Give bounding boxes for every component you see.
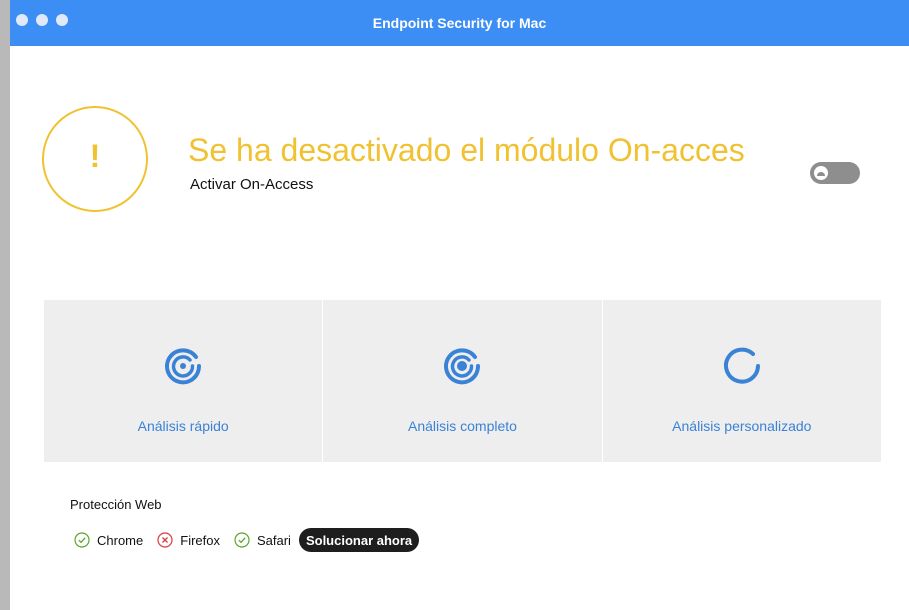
browser-name: Chrome	[97, 532, 144, 548]
scan-label: Análisis personalizado	[672, 418, 812, 434]
check-circle-icon	[234, 532, 250, 548]
full-scan-icon	[444, 348, 481, 385]
browser-name: Safari	[256, 532, 291, 548]
title-bar: Endpoint Security for Mac	[10, 0, 909, 46]
browser-name: Firefox	[180, 532, 220, 548]
scan-label: Análisis rápido	[137, 418, 229, 434]
scan-label: Análisis completo	[408, 418, 517, 434]
on-access-toggle[interactable]	[810, 162, 860, 184]
browser-chrome: Chrome	[74, 532, 143, 548]
toggle-knob	[814, 166, 828, 180]
fix-now-button[interactable]: Solucionar ahora	[298, 528, 420, 552]
alert-title: Se ha desactivado el módulo On-acces	[188, 132, 745, 168]
scan-panel: Análisis rápido Análisis completo Anális…	[44, 300, 881, 462]
custom-scan-card[interactable]: Análisis personalizado	[603, 300, 881, 462]
window-title: Endpoint Security for Mac	[372, 15, 547, 31]
quick-scan-card[interactable]: Análisis rápido	[44, 300, 324, 462]
quick-scan-icon	[165, 348, 202, 385]
browser-firefox: Firefox	[157, 532, 220, 548]
exclamation-icon: !	[89, 138, 101, 174]
web-protection-title: Protección Web	[70, 497, 162, 512]
alert-subtitle: Activar On-Access	[190, 176, 314, 193]
browser-status-list: Chrome Firefox Safari Solucionar ahora	[74, 528, 420, 552]
full-scan-card[interactable]: Análisis completo	[323, 300, 603, 462]
check-circle-icon	[74, 532, 90, 548]
custom-scan-icon	[723, 347, 760, 384]
app-window: Endpoint Security for Mac ! Se ha desact…	[10, 0, 909, 610]
x-circle-icon	[157, 532, 173, 548]
browser-safari: Safari	[234, 532, 291, 548]
alert-badge: !	[42, 106, 148, 212]
